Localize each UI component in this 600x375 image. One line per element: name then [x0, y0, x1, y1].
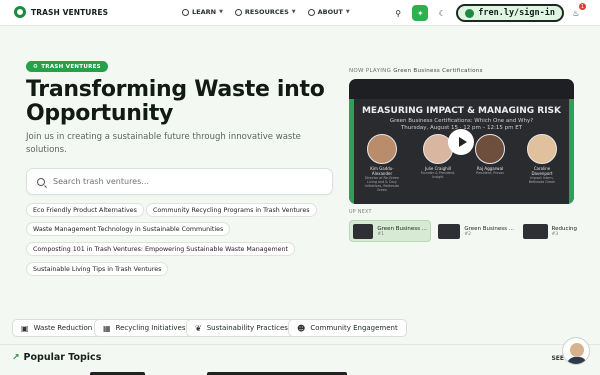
speaker-name: Caroline Davenport [531, 166, 553, 176]
recycle-icon: ♻ [33, 63, 39, 70]
now-playing-prefix: NOW PLAYING [349, 68, 392, 74]
nav-resources[interactable]: RESOURCES ▼ [234, 8, 296, 16]
speaker-photo [527, 134, 557, 164]
compass-icon [182, 8, 189, 16]
moon-icon: ☾ [438, 8, 446, 18]
nav-label: ABOUT [317, 8, 343, 16]
video-subtitle-line: Green Business Certifications: Which One… [389, 118, 534, 124]
page-title: Transforming Waste into Opportunity [26, 77, 325, 126]
now-playing-title: Green Business Certifications [393, 68, 483, 74]
speaker-role: Impact Intern, Bethesda Green [528, 176, 556, 184]
video-player[interactable]: MEASURING IMPACT & MANAGING RISK Green B… [349, 79, 574, 204]
sparkle-icon: ✦ [416, 8, 424, 18]
up-next-number: #3 [551, 231, 559, 237]
compass-icon [307, 8, 315, 16]
play-button[interactable] [448, 129, 474, 155]
search-icon [37, 177, 45, 186]
chevron-down-icon: ▼ [345, 9, 350, 15]
top-header: TRASH VENTURES LEARN ▼ RESOURCES ▼ ABOUT… [0, 0, 600, 26]
recycle-icon [14, 6, 26, 18]
up-next-title: Reducing [551, 225, 577, 232]
category-waste-reduction[interactable]: ▣ Waste Reduction [12, 319, 102, 337]
category-label: Sustainability Practices [206, 324, 288, 332]
popular-topics-heading: ↗ Popular Topics [12, 352, 101, 363]
notifications-button[interactable]: ♨ 1 [570, 3, 586, 21]
notification-badge: 1 [579, 3, 586, 10]
speaker-card: Caroline Davenport Impact Intern, Bethes… [523, 134, 561, 184]
suggestion-chip[interactable]: Waste Management Technology in Sustainab… [26, 222, 231, 236]
briefcase-icon: ▣ [21, 323, 29, 333]
sign-in-label: fren.ly/sign-in [478, 8, 555, 18]
search-input[interactable] [53, 177, 313, 186]
speaker-photo [367, 134, 397, 164]
suggestion-chip[interactable]: Community Recycling Programs in Trash Ve… [146, 203, 317, 217]
sparkle-button[interactable]: ✦ [412, 5, 429, 21]
speaker-name: Kim Gaddu-Alexander [370, 166, 394, 176]
category-recycling-initiatives[interactable]: ▦ Recycling Initiatives [94, 319, 195, 337]
nav-label: LEARN [192, 8, 217, 16]
chevron-down-icon: ▼ [291, 9, 296, 15]
up-next-item[interactable]: Reducing #3 [520, 220, 580, 242]
search-button[interactable]: ⚲ [390, 5, 406, 21]
hero-badge-label: TRASH VENTURES [41, 63, 101, 70]
video-thumbnail [438, 223, 461, 239]
leaf-icon: ❦ [195, 323, 202, 333]
category-label: Waste Reduction [33, 324, 93, 332]
search-bar [26, 168, 333, 195]
speaker-role: Director of Re-Green Living and & Cosy I… [365, 176, 399, 192]
popular-topics-title: Popular Topics [23, 352, 102, 363]
section-divider [0, 344, 600, 345]
suggestion-chip[interactable]: Composting 101 in Trash Ventures: Empowe… [26, 242, 295, 256]
category-community-engagement[interactable]: ☻ Community Engagement [288, 319, 407, 337]
up-next-number: #1 [377, 231, 384, 237]
sign-in-button[interactable]: fren.ly/sign-in [456, 4, 564, 22]
main-nav: LEARN ▼ RESOURCES ▼ ABOUT ▼ [182, 8, 350, 16]
video-thumbnail [353, 223, 374, 239]
category-label: Recycling Initiatives [115, 324, 186, 332]
up-next-number: #2 [464, 231, 471, 237]
nav-label: RESOURCES [244, 8, 289, 16]
up-next-label: UP NEXT [349, 210, 372, 215]
compass-icon [234, 8, 242, 16]
chevron-down-icon: ▼ [219, 9, 223, 15]
bell-icon: ♨ [572, 8, 580, 18]
people-icon: ☻ [297, 323, 306, 333]
nav-learn[interactable]: LEARN ▼ [182, 8, 223, 16]
speaker-role: President, Provoc [475, 171, 505, 175]
now-playing-label: NOW PLAYING Green Business Certification… [349, 68, 483, 74]
category-sustainability-practices[interactable]: ❦ Sustainability Practices [186, 319, 297, 337]
nav-about[interactable]: ABOUT ▼ [307, 8, 350, 16]
speaker-card: Raj Aggarwal President, Provoc [471, 134, 509, 175]
avatar[interactable] [562, 337, 590, 365]
up-next-title: Green Business ... [377, 225, 427, 232]
building-icon: ▦ [103, 323, 111, 333]
header-actions: ⚲ ✦ ☾ fren.ly/sign-in ♨ 1 [390, 3, 586, 22]
speaker-role: Founder & President, Insight [420, 171, 456, 179]
speaker-card: Kim Gaddu-Alexander Director of Re-Green… [363, 134, 401, 192]
video-title: MEASURING IMPACT & MANAGING RISK [361, 106, 562, 116]
speaker-photo [475, 134, 505, 164]
suggestion-chip[interactable]: Sustainable Living Tips in Trash Venture… [26, 262, 169, 276]
suggestion-chip[interactable]: Eco Friendly Product Alternatives [26, 203, 144, 217]
brand-logo[interactable]: TRASH VENTURES [14, 6, 108, 18]
up-next-title: Green Business ... [464, 225, 514, 232]
brand-name: TRASH VENTURES [31, 7, 109, 17]
up-next-item[interactable]: Green Business ... #2 [435, 220, 517, 242]
category-label: Community Engagement [310, 324, 398, 332]
trending-icon: ↗ [12, 352, 20, 363]
search-icon: ⚲ [395, 8, 402, 18]
up-next-item[interactable]: Green Business ... #1 [349, 220, 431, 242]
fren-logo-icon [465, 8, 475, 18]
theme-toggle[interactable]: ☾ [434, 5, 450, 21]
video-thumbnail [523, 223, 548, 239]
hero-subtitle: Join us in creating a sustainable future… [26, 132, 301, 155]
hero-badge: ♻ TRASH VENTURES [26, 61, 108, 72]
